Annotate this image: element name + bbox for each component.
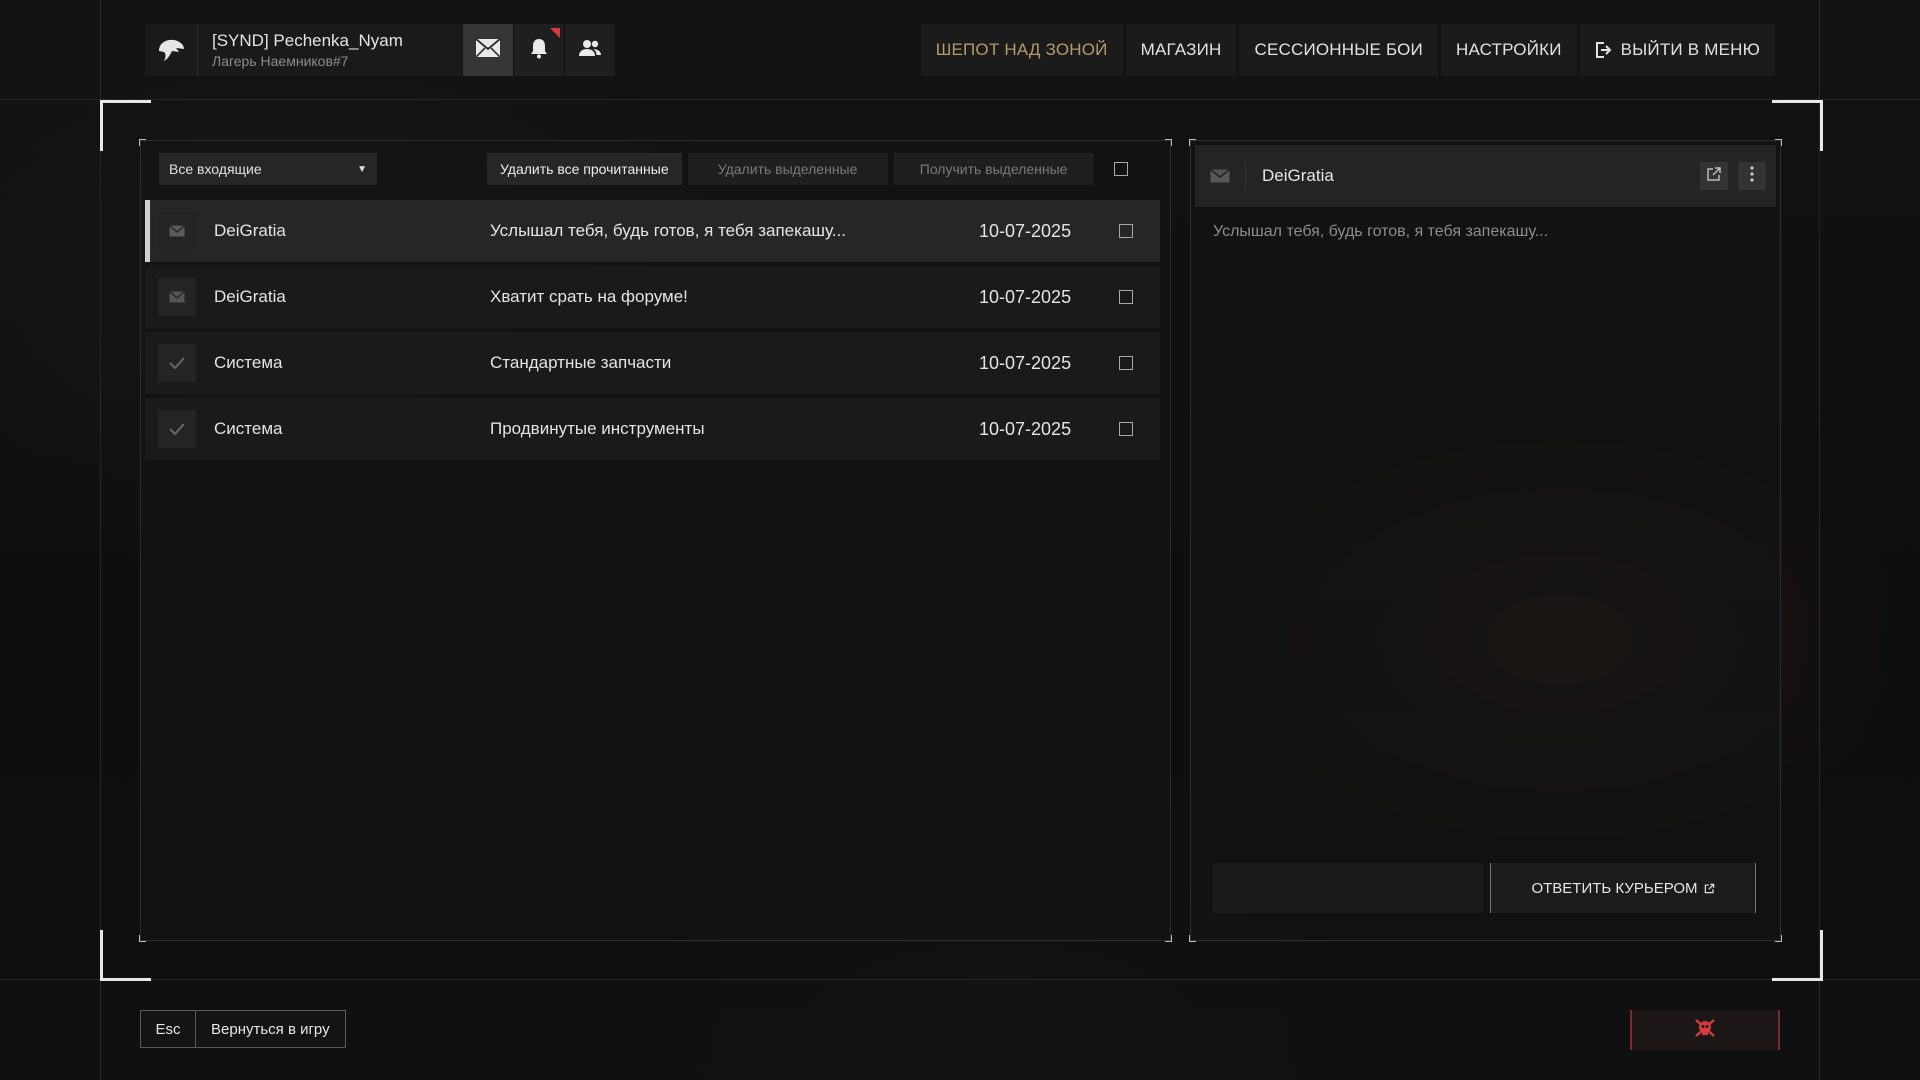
select-all-checkbox[interactable] — [1113, 162, 1128, 176]
panel-corner — [1165, 935, 1172, 942]
message-row[interactable]: Система Продвинутые инструменты 10-07-20… — [145, 398, 1160, 460]
message-checkbox[interactable] — [1119, 356, 1133, 370]
message-sender: Система — [214, 353, 283, 372]
mail-list-panel: Все входящие ▼ Удалить все прочитанные У… — [139, 139, 1172, 942]
reply-input-area — [1213, 863, 1483, 913]
message-checkbox[interactable] — [1119, 224, 1133, 238]
panel-corner — [1189, 935, 1196, 942]
panel-corner — [139, 139, 146, 146]
skull-crossbones-icon — [1694, 1018, 1716, 1043]
message-date: 10-07-2025 — [979, 418, 1072, 439]
profile-subtitle: Лагерь Наемников#7 — [212, 53, 349, 69]
message-sender: DeiGratia — [214, 287, 286, 306]
envelope-icon — [1195, 161, 1246, 191]
mail-button[interactable] — [462, 24, 513, 76]
message-subject: Хватит срать на форуме! — [490, 287, 688, 306]
nav-exit-menu-label: ВЫЙТИ В МЕНЮ — [1620, 40, 1760, 59]
frame-line-top — [0, 99, 1920, 100]
faction-logo-icon — [145, 24, 198, 76]
profile-name: [SYND] Pechenka_Nyam — [212, 31, 403, 50]
panel-corner — [1165, 139, 1172, 146]
notifications-button[interactable] — [513, 24, 564, 76]
kebab-menu-icon — [1750, 165, 1754, 187]
exit-icon — [1595, 41, 1613, 59]
envelope-icon — [475, 37, 501, 63]
frame-line-bottom — [0, 979, 1920, 980]
nav-whisper-label: ШЕПОТ НАД ЗОНОЙ — [935, 40, 1108, 59]
nav-exit-menu[interactable]: ВЫЙТИ В МЕНЮ — [1579, 24, 1775, 76]
message-subject: Услышал тебя, будь готов, я тебя запекаш… — [490, 221, 847, 240]
back-to-game-control[interactable]: Esc Вернуться в игру — [140, 1010, 346, 1048]
nav-whisper[interactable]: ШЕПОТ НАД ЗОНОЙ — [920, 24, 1123, 76]
delete-selected-button[interactable]: Удалить выделенные — [687, 153, 888, 185]
mail-toolbar: Все входящие ▼ Удалить все прочитанные У… — [159, 153, 1152, 185]
delete-read-button[interactable]: Удалить все прочитанные — [487, 153, 682, 185]
frame-line-right — [1819, 0, 1820, 1080]
nav-shop[interactable]: МАГАЗИН — [1125, 24, 1237, 76]
back-to-game-button[interactable]: Вернуться в игру — [196, 1011, 345, 1047]
open-external-button[interactable] — [1700, 162, 1728, 190]
esc-key: Esc — [141, 1011, 196, 1047]
envelope-icon — [158, 212, 196, 250]
message-subject: Стандартные запчасти — [490, 353, 672, 372]
get-selected-button[interactable]: Получить выделенные — [893, 153, 1094, 185]
message-date: 10-07-2025 — [979, 352, 1072, 373]
profile-names: [SYND] Pechenka_Nyam Лагерь Наемников#7 — [198, 31, 462, 69]
message-date: 10-07-2025 — [979, 220, 1072, 241]
main-nav: ШЕПОТ НАД ЗОНОЙ МАГАЗИН СЕССИОННЫЕ БОИ Н… — [920, 24, 1775, 76]
nav-session-battles-label: СЕССИОННЫЕ БОИ — [1254, 40, 1423, 59]
message-checkbox[interactable] — [1119, 422, 1133, 436]
users-icon — [578, 38, 602, 63]
panel-corner — [1775, 139, 1782, 146]
reading-pane: DeiGratia Услышал тебя, будь готов, я те… — [1189, 139, 1782, 942]
message-checkbox[interactable] — [1119, 290, 1133, 304]
skull-button[interactable] — [1630, 1010, 1780, 1050]
message-row[interactable]: DeiGratia Хватит срать на форуме! 10-07-… — [145, 266, 1160, 328]
nav-shop-label: МАГАЗИН — [1140, 40, 1222, 59]
message-sender: Система — [214, 419, 283, 438]
message-date: 10-07-2025 — [979, 286, 1072, 307]
bell-icon — [529, 37, 549, 64]
check-icon — [158, 344, 196, 382]
reader-title: DeiGratia — [1262, 166, 1334, 185]
reply-courier-button[interactable]: ОТВЕТИТЬ КУРЬЕРОМ — [1490, 863, 1756, 913]
nav-settings-label: НАСТРОЙКИ — [1455, 40, 1562, 59]
notification-indicator — [550, 28, 560, 38]
nav-settings[interactable]: НАСТРОЙКИ — [1440, 24, 1577, 76]
check-icon — [158, 410, 196, 448]
mail-filter-select[interactable]: Все входящие ▼ — [159, 153, 377, 185]
message-sender: DeiGratia — [214, 221, 286, 240]
message-row[interactable]: DeiGratia Услышал тебя, будь готов, я те… — [145, 200, 1160, 262]
message-body: Услышал тебя, будь готов, я тебя запекаш… — [1213, 223, 1549, 240]
external-link-icon — [1706, 166, 1722, 187]
nav-session-battles[interactable]: СЕССИОННЫЕ БОИ — [1239, 24, 1438, 76]
reader-header: DeiGratia — [1195, 145, 1776, 207]
panel-corner — [1775, 935, 1782, 942]
external-link-icon — [1704, 883, 1715, 894]
message-subject: Продвинутые инструменты — [490, 419, 705, 438]
reply-courier-label: ОТВЕТИТЬ КУРЬЕРОМ — [1531, 879, 1698, 897]
message-row[interactable]: Система Стандартные запчасти 10-07-2025 — [145, 332, 1160, 394]
mail-filter-value: Все входящие — [169, 161, 262, 177]
frame-line-left — [100, 0, 101, 1080]
profile-block: [SYND] Pechenka_Nyam Лагерь Наемников#7 — [145, 24, 615, 76]
more-options-button[interactable] — [1738, 162, 1766, 190]
dropdown-arrow-icon: ▼ — [357, 163, 367, 175]
envelope-icon — [158, 278, 196, 316]
friends-button[interactable] — [564, 24, 615, 76]
panel-corner — [139, 935, 146, 942]
